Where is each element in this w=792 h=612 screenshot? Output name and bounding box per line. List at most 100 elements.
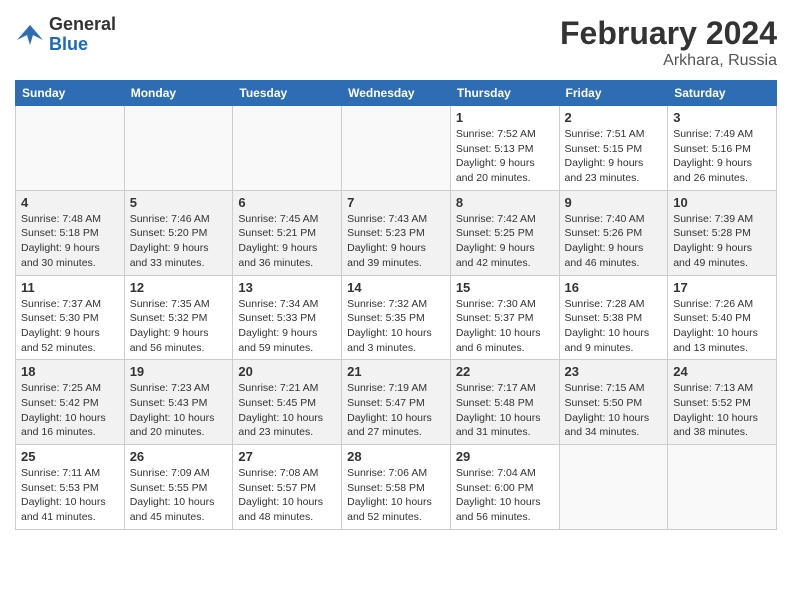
calendar-cell: 22 Sunrise: 7:17 AMSunset: 5:48 PMDayligh… [450,360,559,445]
calendar-cell: 7Sunrise: 7:43 AMSunset: 5:23 PMDaylight… [342,190,451,275]
title-block: February 2024 Arkhara, Russia [560,15,777,70]
calendar-cell [559,445,668,530]
col-header-tuesday: Tuesday [233,81,342,106]
col-header-thursday: Thursday [450,81,559,106]
location: Arkhara, Russia [560,52,777,70]
col-header-monday: Monday [124,81,233,106]
day-number: 19 [130,364,228,379]
day-info: Sunrise: 7:09 AMSunset: 5:55 PMDaylight:… [130,466,228,525]
day-info: Sunrise: 7:17 AMSunset: 5:48 PMDaylight:… [456,381,554,440]
logo: GeneralBlue [15,15,116,55]
logo-text: GeneralBlue [49,15,116,55]
day-info: Sunrise: 7:15 AMSunset: 5:50 PMDaylight:… [565,381,663,440]
day-number: 14 [347,280,445,295]
day-number: 26 [130,449,228,464]
day-info: Sunrise: 7:37 AMSunset: 5:30 PMDaylight:… [21,297,119,356]
col-header-friday: Friday [559,81,668,106]
day-info: Sunrise: 7:06 AMSunset: 5:58 PMDaylight:… [347,466,445,525]
calendar-cell: 5 Sunrise: 7:46 AMSunset: 5:20 PMDaylight… [124,190,233,275]
day-number: 21 [347,364,445,379]
day-number: 9 [565,195,663,210]
day-number: 2 [565,110,663,125]
calendar-cell: 4 Sunrise: 7:48 AMSunset: 5:18 PMDaylight… [16,190,125,275]
day-info: Sunrise: 7:11 AMSunset: 5:53 PMDaylight:… [21,466,119,525]
day-info: Sunrise: 7:26 AMSunset: 5:40 PMDaylight:… [673,297,771,356]
calendar-cell [668,445,777,530]
week-row-3: 11Sunrise: 7:37 AMSunset: 5:30 PMDayligh… [16,275,777,360]
day-number: 22 [456,364,554,379]
calendar-cell [342,106,451,191]
day-number: 10 [673,195,771,210]
page-header: GeneralBlue February 2024 Arkhara, Russi… [15,15,777,70]
day-number: 12 [130,280,228,295]
day-info: Sunrise: 7:52 AMSunset: 5:13 PMDaylight:… [456,127,554,186]
day-number: 1 [456,110,554,125]
day-info: Sunrise: 7:42 AMSunset: 5:25 PMDaylight:… [456,212,554,271]
calendar-cell: 19 Sunrise: 7:23 AMSunset: 5:43 PMDayligh… [124,360,233,445]
month-title: February 2024 [560,15,777,52]
day-number: 3 [673,110,771,125]
calendar-cell: 13 Sunrise: 7:34 AMSunset: 5:33 PMDayligh… [233,275,342,360]
calendar-cell: 1 Sunrise: 7:52 AMSunset: 5:13 PMDaylight… [450,106,559,191]
calendar-cell: 18Sunrise: 7:25 AMSunset: 5:42 PMDayligh… [16,360,125,445]
calendar-cell: 10 Sunrise: 7:39 AMSunset: 5:28 PMDayligh… [668,190,777,275]
day-info: Sunrise: 7:04 AMSunset: 6:00 PMDaylight:… [456,466,554,525]
calendar-cell: 24 Sunrise: 7:13 AMSunset: 5:52 PMDayligh… [668,360,777,445]
day-number: 23 [565,364,663,379]
col-header-wednesday: Wednesday [342,81,451,106]
day-number: 13 [238,280,336,295]
calendar-cell [16,106,125,191]
day-info: Sunrise: 7:43 AMSunset: 5:23 PMDaylight:… [347,212,445,271]
day-info: Sunrise: 7:48 AMSunset: 5:18 PMDaylight:… [21,212,119,271]
day-info: Sunrise: 7:34 AMSunset: 5:33 PMDaylight:… [238,297,336,356]
calendar-cell [124,106,233,191]
col-header-sunday: Sunday [16,81,125,106]
calendar-cell: 14 Sunrise: 7:32 AMSunset: 5:35 PMDayligh… [342,275,451,360]
calendar-cell: 26 Sunrise: 7:09 AMSunset: 5:55 PMDayligh… [124,445,233,530]
calendar-cell [233,106,342,191]
calendar-cell: 25 Sunrise: 7:11 AMSunset: 5:53 PMDayligh… [16,445,125,530]
day-info: Sunrise: 7:30 AMSunset: 5:37 PMDaylight:… [456,297,554,356]
day-info: Sunrise: 7:13 AMSunset: 5:52 PMDaylight:… [673,381,771,440]
day-info: Sunrise: 7:39 AMSunset: 5:28 PMDaylight:… [673,212,771,271]
calendar-cell: 12Sunrise: 7:35 AMSunset: 5:32 PMDayligh… [124,275,233,360]
day-info: Sunrise: 7:28 AMSunset: 5:38 PMDaylight:… [565,297,663,356]
day-number: 4 [21,195,119,210]
calendar-cell: 21 Sunrise: 7:19 AMSunset: 5:47 PMDayligh… [342,360,451,445]
calendar-cell: 29 Sunrise: 7:04 AMSunset: 6:00 PMDayligh… [450,445,559,530]
day-info: Sunrise: 7:19 AMSunset: 5:47 PMDaylight:… [347,381,445,440]
calendar-cell: 20Sunrise: 7:21 AMSunset: 5:45 PMDayligh… [233,360,342,445]
calendar-cell: 28 Sunrise: 7:06 AMSunset: 5:58 PMDayligh… [342,445,451,530]
day-number: 29 [456,449,554,464]
week-row-1: 1 Sunrise: 7:52 AMSunset: 5:13 PMDaylight… [16,106,777,191]
logo-icon [15,20,45,50]
day-number: 20 [238,364,336,379]
calendar-cell: 9 Sunrise: 7:40 AMSunset: 5:26 PMDaylight… [559,190,668,275]
day-number: 25 [21,449,119,464]
calendar-cell: 17Sunrise: 7:26 AMSunset: 5:40 PMDayligh… [668,275,777,360]
day-info: Sunrise: 7:40 AMSunset: 5:26 PMDaylight:… [565,212,663,271]
calendar-cell: 16 Sunrise: 7:28 AMSunset: 5:38 PMDayligh… [559,275,668,360]
calendar-cell: 27Sunrise: 7:08 AMSunset: 5:57 PMDayligh… [233,445,342,530]
day-number: 5 [130,195,228,210]
week-row-4: 18Sunrise: 7:25 AMSunset: 5:42 PMDayligh… [16,360,777,445]
calendar-cell: 3 Sunrise: 7:49 AMSunset: 5:16 PMDaylight… [668,106,777,191]
logo-blue: Blue [49,34,88,54]
calendar-cell: 23 Sunrise: 7:15 AMSunset: 5:50 PMDayligh… [559,360,668,445]
day-info: Sunrise: 7:32 AMSunset: 5:35 PMDaylight:… [347,297,445,356]
day-info: Sunrise: 7:45 AMSunset: 5:21 PMDaylight:… [238,212,336,271]
day-number: 18 [21,364,119,379]
day-number: 24 [673,364,771,379]
day-number: 16 [565,280,663,295]
day-info: Sunrise: 7:46 AMSunset: 5:20 PMDaylight:… [130,212,228,271]
day-info: Sunrise: 7:23 AMSunset: 5:43 PMDaylight:… [130,381,228,440]
calendar-cell: 15 Sunrise: 7:30 AMSunset: 5:37 PMDayligh… [450,275,559,360]
day-number: 28 [347,449,445,464]
calendar-cell: 11Sunrise: 7:37 AMSunset: 5:30 PMDayligh… [16,275,125,360]
day-number: 15 [456,280,554,295]
calendar-cell: 2Sunrise: 7:51 AMSunset: 5:15 PMDaylight… [559,106,668,191]
day-number: 8 [456,195,554,210]
day-info: Sunrise: 7:08 AMSunset: 5:57 PMDaylight:… [238,466,336,525]
day-info: Sunrise: 7:49 AMSunset: 5:16 PMDaylight:… [673,127,771,186]
week-row-5: 25 Sunrise: 7:11 AMSunset: 5:53 PMDayligh… [16,445,777,530]
